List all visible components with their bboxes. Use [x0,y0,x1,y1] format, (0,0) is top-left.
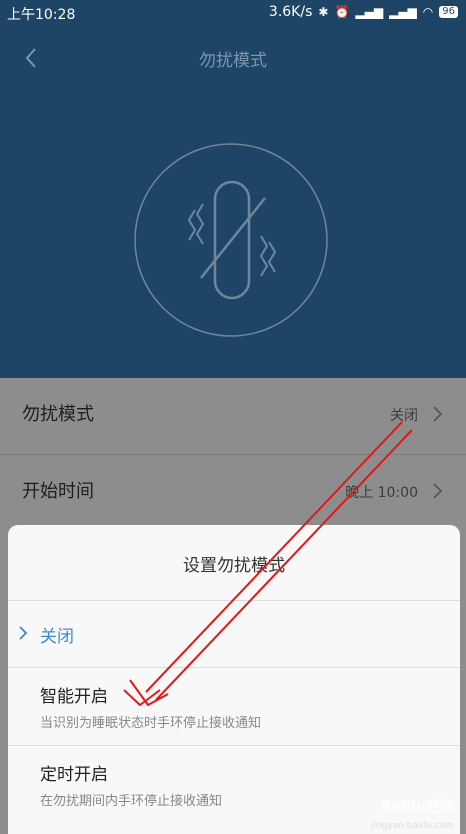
network-speed: 3.6K/s [268,4,313,20]
option-label: 定时开启 [40,765,108,785]
status-time: 上午10:28 [7,7,76,23]
watermark-logo: Baidu经验 [381,799,454,815]
signal-icon: ▂▄▆ [389,5,417,19]
status-icons: 3.6K/s ✱ ⏰ ▂▄▆ ▂▄▆ ◠ 96 [269,4,458,20]
wifi-icon: ◠ [422,5,434,19]
option-description: 当识别为睡眠状态时手环停止接收通知 [40,716,262,731]
setting-value: 晚上 10:00 [345,485,418,501]
page-title: 勿扰模式 [199,51,267,71]
bluetooth-icon: ✱ [318,5,329,19]
setting-value: 关闭 [390,408,418,424]
option-label: 关闭 [40,627,74,647]
chevron-right-icon [433,483,443,499]
setting-label: 开始时间 [22,481,94,502]
watermark-url: jingyan.baidu.com [370,821,454,831]
option-off[interactable]: 关闭 [8,601,460,667]
mode-bottom-sheet: 设置勿扰模式 关闭 智能开启 当识别为睡眠状态时手环停止接收通知 定时开启 在勿… [8,525,460,834]
option-label: 智能开启 [40,687,108,707]
sheet-title: 设置勿扰模式 [183,556,285,576]
alarm-icon: ⏰ [334,5,350,19]
header-panel: 勿扰模式 [0,0,466,378]
status-bar: 上午10:28 3.6K/s ✱ ⏰ ▂▄▆ ▂▄▆ ◠ 96 [0,0,466,26]
setting-row-dnd-mode[interactable]: 勿扰模式 关闭 [0,378,466,454]
option-description: 在勿扰期间内手环停止接收通知 [40,794,223,809]
setting-row-start-time[interactable]: 开始时间 晚上 10:00 [0,455,466,531]
chevron-right-icon [19,626,28,640]
vibration-off-icon [134,143,328,337]
signal-icon: ▂▄▆ [355,5,384,19]
option-smart-on[interactable]: 智能开启 当识别为睡眠状态时手环停止接收通知 [8,668,460,746]
battery-icon: 96 [439,6,458,18]
setting-label: 勿扰模式 [22,404,94,425]
chevron-right-icon [433,406,443,422]
